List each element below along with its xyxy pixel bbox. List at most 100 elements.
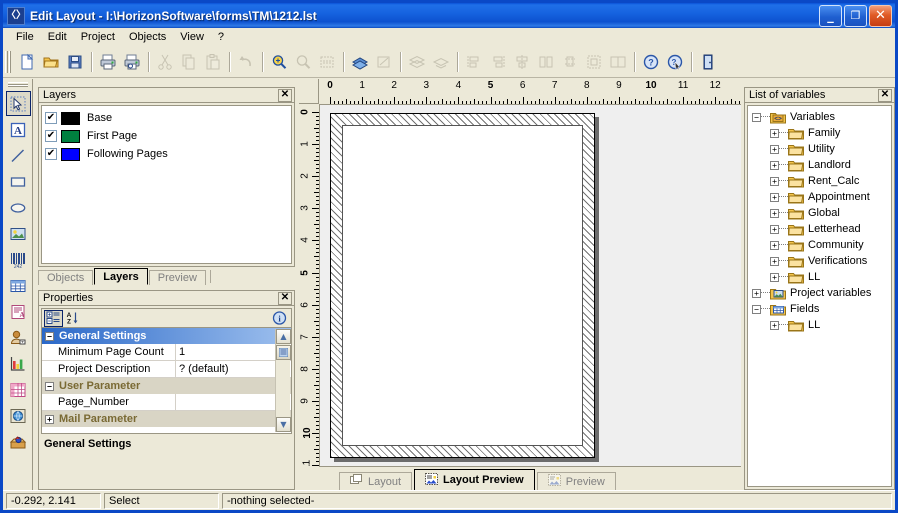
scrollbar-thumb[interactable]	[276, 345, 291, 360]
properties-scrollbar[interactable]: ▲ ▼	[275, 329, 290, 432]
palette-grip[interactable]	[8, 82, 28, 88]
ole-object-tool[interactable]	[6, 429, 31, 454]
minimize-button[interactable]: _	[819, 5, 842, 27]
menu-view[interactable]: View	[173, 30, 211, 44]
new-icon[interactable]	[15, 50, 39, 74]
tab-layers[interactable]: Layers	[94, 268, 147, 285]
barcode-tool[interactable]: 242	[6, 247, 31, 272]
expand-icon[interactable]: +	[770, 177, 779, 186]
select-tool[interactable]	[6, 91, 31, 116]
property-group-header[interactable]: − User Parameter	[42, 378, 291, 394]
zoom-in-icon[interactable]	[267, 50, 291, 74]
expand-icon[interactable]: +	[770, 161, 779, 170]
text-tool[interactable]: A	[6, 117, 31, 142]
expand-icon[interactable]: +	[770, 321, 779, 330]
layer-visibility-checkbox[interactable]: ✔	[45, 112, 57, 124]
tab-layout[interactable]: Layout	[339, 472, 412, 490]
tree-item[interactable]: +Project variables	[750, 285, 891, 301]
categorized-view-icon[interactable]	[44, 310, 63, 327]
tab-layout-preview[interactable]: Layout Preview	[414, 469, 535, 490]
tree-item[interactable]: +Utility	[750, 141, 891, 157]
expand-icon[interactable]: +	[770, 225, 779, 234]
list-item[interactable]: ✔ Base	[45, 109, 291, 127]
property-value[interactable]: 1	[176, 344, 291, 360]
expand-icon[interactable]: +	[770, 145, 779, 154]
close-button[interactable]: ✕	[869, 5, 892, 27]
property-group-header[interactable]: + Mail Parameter	[42, 411, 291, 427]
picture-tool[interactable]	[6, 221, 31, 246]
expand-icon[interactable]: +	[770, 273, 779, 282]
horizontal-ruler[interactable]: 0123456789101112in	[319, 79, 741, 105]
print-preview-icon[interactable]	[120, 50, 144, 74]
scroll-down-icon[interactable]: ▼	[276, 417, 291, 432]
save-icon[interactable]	[63, 50, 87, 74]
help-icon[interactable]: ?	[639, 50, 663, 74]
tree-item[interactable]: +LL	[750, 317, 891, 333]
close-icon[interactable]: ✕	[278, 292, 292, 305]
expand-icon[interactable]: +	[770, 241, 779, 250]
tab-objects[interactable]: Objects	[38, 270, 93, 285]
layers-icon[interactable]	[348, 50, 372, 74]
info-icon[interactable]: i	[270, 310, 289, 327]
exit-icon[interactable]	[696, 50, 720, 74]
tree-item[interactable]: +Community	[750, 237, 891, 253]
tree-item[interactable]: +Rent_Calc	[750, 173, 891, 189]
property-value[interactable]: ? (default)	[176, 361, 291, 377]
property-group-header[interactable]: − General Settings	[42, 328, 291, 344]
tree-item[interactable]: +Landlord	[750, 157, 891, 173]
tree-item[interactable]: +Verifications	[750, 253, 891, 269]
expand-icon[interactable]: +	[770, 209, 779, 218]
expand-icon[interactable]: +	[752, 289, 761, 298]
menu-help[interactable]: ?	[211, 30, 231, 44]
collapse-icon[interactable]: −	[45, 332, 54, 341]
menu-project[interactable]: Project	[74, 30, 122, 44]
property-value[interactable]	[176, 394, 291, 410]
list-item[interactable]: ✔ Following Pages	[45, 145, 291, 163]
expand-icon[interactable]: +	[45, 415, 54, 424]
html-tool[interactable]	[6, 403, 31, 428]
layer-visibility-checkbox[interactable]: ✔	[45, 130, 57, 142]
table-tool[interactable]	[6, 273, 31, 298]
rectangle-tool[interactable]	[6, 169, 31, 194]
expand-icon[interactable]: +	[770, 129, 779, 138]
tree-item[interactable]: +Appointment	[750, 189, 891, 205]
page-content-area[interactable]	[342, 125, 583, 446]
table-row[interactable]: Page_Number	[42, 394, 291, 411]
open-icon[interactable]	[39, 50, 63, 74]
tree-item[interactable]: −<>Variables	[750, 109, 891, 125]
tree-item[interactable]: −Fields	[750, 301, 891, 317]
list-item[interactable]: ✔ First Page	[45, 127, 291, 145]
maximize-button[interactable]: ❐	[844, 5, 867, 27]
tree-item[interactable]: +Family	[750, 125, 891, 141]
crosstab-tool[interactable]	[6, 377, 31, 402]
ellipse-tool[interactable]	[6, 195, 31, 220]
menu-file[interactable]: File	[9, 30, 41, 44]
tree-item[interactable]: +Letterhead	[750, 221, 891, 237]
menu-edit[interactable]: Edit	[41, 30, 74, 44]
vertical-ruler[interactable]: 01234567891011in	[299, 104, 320, 466]
tab-preview[interactable]: Preview	[537, 472, 616, 490]
collapse-icon[interactable]: −	[752, 305, 761, 314]
menu-objects[interactable]: Objects	[122, 30, 173, 44]
context-help-icon[interactable]: ?	[663, 50, 687, 74]
form-control-tool[interactable]	[6, 325, 31, 350]
expand-icon[interactable]: +	[770, 257, 779, 266]
chart-tool[interactable]	[6, 351, 31, 376]
variables-tree[interactable]: −<>Variables+Family+Utility+Landlord+Ren…	[747, 105, 892, 487]
tree-item[interactable]: +Global	[750, 205, 891, 221]
toolbar-grip[interactable]	[5, 51, 12, 73]
line-tool[interactable]	[6, 143, 31, 168]
expand-icon[interactable]: +	[770, 193, 779, 202]
formatted-text-tool[interactable]: A	[6, 299, 31, 324]
print-icon[interactable]	[96, 50, 120, 74]
close-icon[interactable]: ✕	[278, 89, 292, 102]
collapse-icon[interactable]: −	[752, 113, 761, 122]
table-row[interactable]: Minimum Page Count 1	[42, 344, 291, 361]
layer-visibility-checkbox[interactable]: ✔	[45, 148, 57, 160]
close-icon[interactable]: ✕	[878, 89, 892, 102]
table-row[interactable]: Project Description ? (default)	[42, 361, 291, 378]
alphabetical-sort-icon[interactable]: AZ	[63, 310, 82, 327]
layout-canvas[interactable]	[320, 105, 741, 466]
scroll-up-icon[interactable]: ▲	[276, 329, 291, 344]
collapse-icon[interactable]: −	[45, 382, 54, 391]
